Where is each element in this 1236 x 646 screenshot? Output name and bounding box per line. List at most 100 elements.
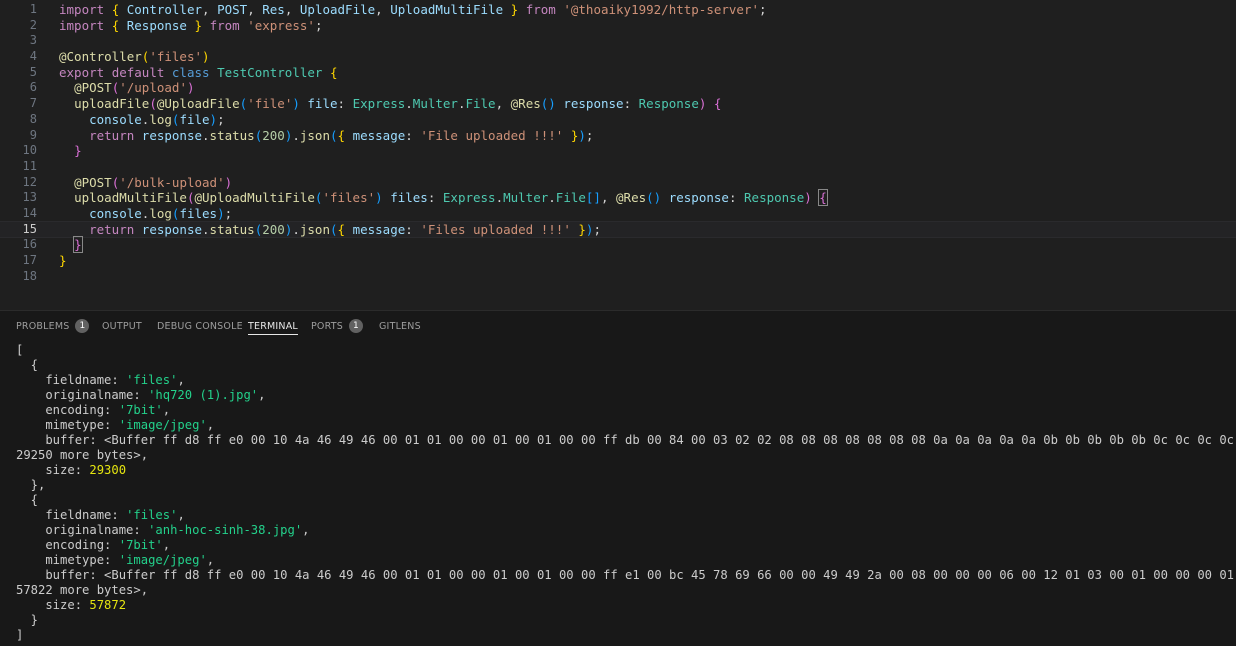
punctuation-token: : [623,96,639,112]
terminal-line: } [16,613,1232,628]
line-number: 16 [22,237,37,252]
code-line[interactable]: 11 [0,159,1236,175]
punctuation-token [134,222,142,237]
tab-debug-console[interactable]: DEBUG CONSOLE [157,317,243,337]
punctuation-token: , [375,2,391,17]
punctuation-token: : [427,190,443,206]
code-line[interactable]: 5 export default class TestController { [0,65,1236,81]
code-line[interactable]: 8 console.log(file); [0,112,1236,128]
line-number: 12 [22,174,37,189]
terminal-line: mimetype: 'image/jpeg', [16,553,1232,568]
terminal-line: originalname: 'hq720 (1).jpg', [16,388,1232,403]
tab-gitlens[interactable]: GITLENS [379,317,421,337]
tab-output[interactable]: OUTPUT [102,317,142,337]
code-line[interactable]: 3 [0,33,1236,49]
decorator-token: @Controller [59,49,142,65]
punctuation-token [345,128,353,143]
code-line[interactable]: 7 uploadFile(@UploadFile('file') file: E… [0,96,1236,112]
identifier-token: file [307,96,338,112]
terminal-line: mimetype: 'image/jpeg', [16,418,1232,433]
code-line[interactable]: 15 return response.status(200).json({ me… [0,220,1236,239]
terminal-text: ] [16,628,24,642]
terminal-text: originalname: [16,523,149,537]
terminal-line: ] [16,628,1232,643]
bracket-token: } [59,253,67,268]
punctuation-token: . [292,127,300,143]
terminal-output[interactable]: [ { fieldname: 'files', originalname: 'h… [16,343,1234,643]
string-token: 'express' [247,17,315,33]
code-line[interactable]: 2 import { Response } from 'express'; [0,18,1236,34]
punctuation-token: ; [217,111,225,127]
code-line[interactable]: 4 @Controller('files') [0,49,1236,65]
punctuation-token [59,128,89,143]
punctuation-token [59,143,74,158]
tab-ports[interactable]: PORTS 1 [311,317,363,337]
code-line[interactable]: 1 import { Controller, POST, Res, UploadF… [0,2,1236,18]
identifier-token: response [563,96,624,112]
type-token: Response [744,190,805,206]
identifier-token: message [352,221,406,237]
punctuation-token [706,96,714,111]
terminal-text: fieldname: [16,508,127,522]
tab-problems[interactable]: PROBLEMS 1 [16,317,90,337]
line-number: 8 [29,111,37,126]
terminal-text: , [302,523,310,537]
function-token: log [149,205,172,221]
code-line[interactable]: 16 } [0,236,1236,254]
terminal-text: buffer: <Buffer ff d8 ff e0 00 10 4a 46 … [16,568,1236,582]
punctuation-token: : [405,127,421,143]
string-value: 'image/jpeg' [118,418,207,432]
line-number: 14 [22,205,37,220]
code-text: import { Response } from 'express'; [59,18,322,34]
punctuation-token [104,2,112,17]
terminal-text: mimetype: [16,553,119,567]
code-line[interactable]: 12 @POST('/bulk-upload') [0,175,1236,191]
terminal-line: [ [16,343,1232,358]
punctuation-token [119,18,127,33]
punctuation-token: , [284,2,300,17]
code-text: export default class TestController { [59,65,338,81]
code-line[interactable]: 6 @POST('/upload') [0,80,1236,96]
terminal-line: fieldname: 'files', [16,373,1232,388]
bracket-token: ) [224,174,233,190]
code-lines[interactable]: 1 import { Controller, POST, Res, UploadF… [0,2,1236,284]
tab-label: TERMINAL [248,321,298,335]
code-text: uploadMultiFile(@UploadMultiFile('files'… [59,189,828,207]
tab-terminal[interactable]: TERMINAL [248,317,298,337]
tab-label: GITLENS [379,321,421,332]
terminal-text: { [16,493,39,507]
code-text: uploadFile(@UploadFile('file') file: Exp… [59,96,721,112]
code-editor[interactable]: 1 import { Controller, POST, Res, UploadF… [0,0,1236,310]
code-line[interactable]: 17} [0,253,1236,269]
bottom-panel: PROBLEMS 1 OUTPUT DEBUG CONSOLE TERMINAL PORT… [0,310,1236,646]
code-line[interactable]: 9 return response.status(200).json({ mes… [0,128,1236,144]
identifier-token: files [390,190,428,206]
terminal-line: size: 57872 [16,598,1232,613]
code-line[interactable]: 14 console.log(files); [0,206,1236,222]
identifier-token: message [352,127,406,143]
bracket-token: { [337,221,346,237]
bracket-token: } [194,17,203,33]
punctuation-token [563,128,571,143]
type-token: Express [352,96,406,112]
string-token: 'files' [149,49,203,65]
bracket-token: () [646,190,662,206]
code-line[interactable]: 18 [0,269,1236,285]
code-line[interactable]: 13 uploadMultiFile(@UploadMultiFile('fil… [0,189,1236,207]
function-token: status [209,127,255,143]
bracket-token: ( [329,221,338,237]
code-text: return response.status(200).json({ messa… [59,128,593,144]
decorator-token: @Res [616,190,647,206]
punctuation-token [134,128,142,143]
punctuation-token [661,190,669,205]
code-text: @POST('/bulk-upload') [59,175,232,191]
code-line[interactable]: 10 } [0,143,1236,159]
bracket-token: { [329,64,338,80]
string-token: '/bulk-upload' [119,174,225,190]
bracket-token: { [713,96,722,112]
tab-label: PORTS [311,321,343,332]
line-number: 7 [29,96,37,111]
terminal-line: 29250 more bytes>, [16,448,1232,463]
string-token: '@thoaiky1992/http-server' [563,2,760,17]
punctuation-token [164,65,172,80]
